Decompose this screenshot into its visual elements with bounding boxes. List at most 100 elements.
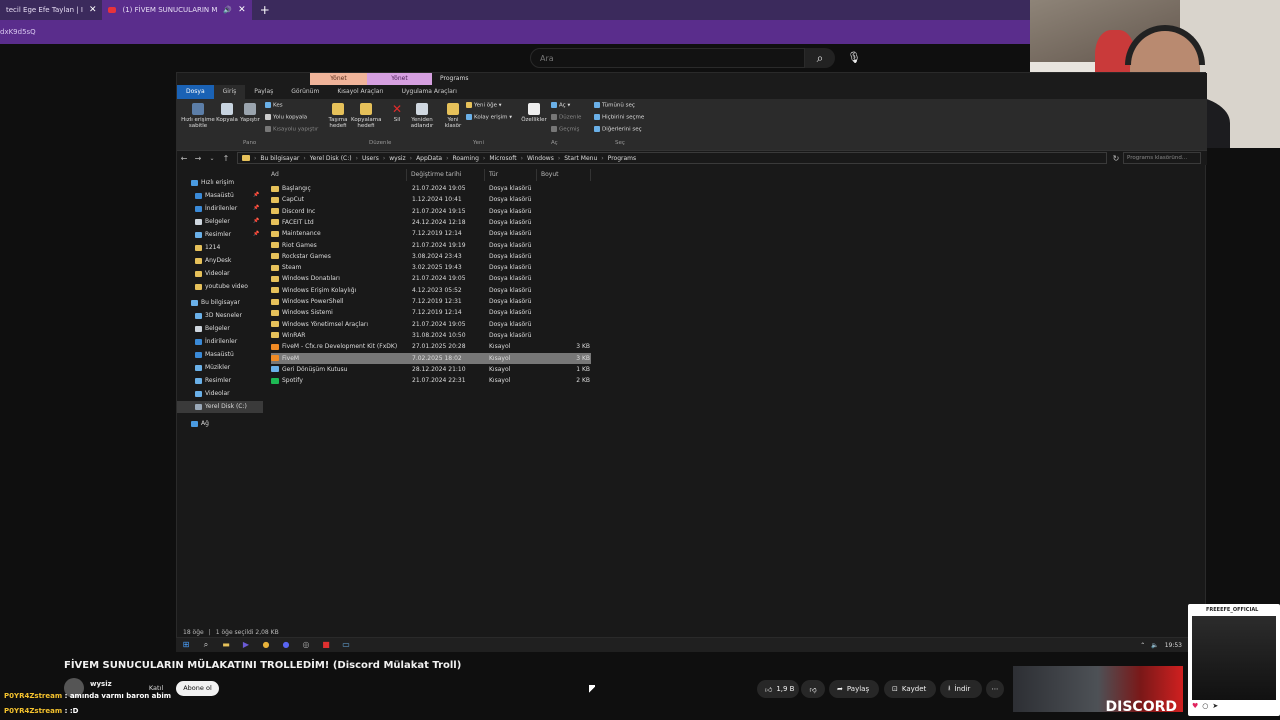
close-icon[interactable]: ✕: [238, 5, 246, 15]
url-bar[interactable]: dxK9d5sQ: [0, 20, 1030, 44]
table-row[interactable]: Windows PowerShell 7.12.2019 12:31 Dosya k…: [271, 296, 591, 307]
save-button[interactable]: ⊡ Kaydet: [884, 680, 936, 698]
table-row[interactable]: WinRAR 31.08.2024 10:50 Dosya klasörü: [271, 330, 591, 341]
youtube-search-input[interactable]: Ara: [530, 48, 805, 68]
tab-app-tools[interactable]: Uygulama Araçları: [393, 85, 466, 99]
close-icon[interactable]: ✕: [89, 5, 97, 15]
open-button[interactable]: Aç ▾: [551, 102, 570, 109]
column-header-size[interactable]: Boyut: [537, 169, 591, 181]
nav-item-downloads[interactable]: İndirilenler: [195, 336, 237, 348]
tab-share[interactable]: Paylaş: [245, 85, 282, 99]
table-row[interactable]: FiveM 7.02.2025 18:02 Kısayol 3 KB: [271, 352, 591, 364]
table-row[interactable]: Steam 3.02.2025 19:43 Dosya klasörü: [271, 262, 591, 273]
copy-path-button[interactable]: Yolu kopyala: [265, 114, 307, 121]
app-icon[interactable]: ▶: [236, 638, 256, 652]
properties-button[interactable]: Özellikler: [519, 103, 549, 123]
breadcrumb-item[interactable]: Windows: [527, 155, 554, 162]
table-row[interactable]: Riot Games 21.07.2024 19:19 Dosya klasörü: [271, 240, 591, 251]
table-row[interactable]: Windows Donatıları 21.07.2024 19:05 Dosya …: [271, 273, 591, 284]
edit-button[interactable]: Düzenle: [551, 114, 581, 121]
speaker-icon[interactable]: 🔊: [223, 6, 232, 14]
new-tab-button[interactable]: +: [252, 3, 278, 17]
table-row[interactable]: Geri Dönüşüm Kutusu 28.12.2024 21:10 Kısay…: [271, 364, 591, 375]
delete-button[interactable]: ✕ Sil: [389, 103, 405, 123]
app-icon[interactable]: ■: [316, 638, 336, 652]
clock[interactable]: 19:53: [1165, 642, 1182, 649]
file-explorer-icon[interactable]: ▬: [216, 638, 236, 652]
tab-file[interactable]: Dosya: [177, 85, 214, 99]
breadcrumb-item[interactable]: Microsoft: [489, 155, 516, 162]
table-row[interactable]: Discord Inc 21.07.2024 19:15 Dosya klasörü: [271, 206, 591, 217]
context-tab-manage-shortcut[interactable]: Yönet: [310, 73, 367, 85]
more-button[interactable]: ⋯: [986, 680, 1004, 698]
channel-name[interactable]: wysiz: [90, 680, 112, 688]
breadcrumb-item[interactable]: AppData: [416, 155, 442, 162]
copy-button[interactable]: Kopyala: [215, 103, 239, 123]
microphone-icon[interactable]: 🎙: [844, 48, 864, 68]
nav-item-documents[interactable]: Belgeler: [195, 216, 230, 228]
table-row[interactable]: CapCut 1.12.2024 10:41 Dosya klasörü: [271, 194, 591, 205]
column-header-date[interactable]: Değiştirme tarihi: [407, 169, 485, 181]
recommended-thumbnail[interactable]: DISCORD: [1013, 666, 1183, 712]
nav-item-this-pc[interactable]: Bu bilgisayar: [191, 297, 240, 309]
paste-button[interactable]: Yapıştır: [238, 103, 262, 123]
browser-tab[interactable]: tecil Ege Efe Taylan | I ✕: [0, 0, 102, 20]
chrome-icon[interactable]: ●: [256, 638, 276, 652]
rename-button[interactable]: Yeniden adlandır: [408, 103, 436, 129]
steam-icon[interactable]: ◎: [296, 638, 316, 652]
breadcrumb-item[interactable]: Yerel Disk (C:): [310, 155, 352, 162]
table-row[interactable]: FiveM - Cfx.re Development Kit (FxDK) 27.…: [271, 341, 591, 352]
table-row[interactable]: Rockstar Games 3.08.2024 23:43 Dosya klasö…: [271, 251, 591, 262]
move-to-button[interactable]: Taşıma hedefi: [325, 103, 351, 129]
nav-item-folder[interactable]: AnyDesk: [195, 255, 231, 267]
browser-tab-active[interactable]: (1) FİVEM SUNUCULARIN M 🔊 ✕: [102, 0, 252, 20]
column-header-type[interactable]: Tür: [485, 169, 537, 181]
refresh-icon[interactable]: ↻: [1109, 154, 1123, 163]
nav-item-pictures[interactable]: Resimler: [195, 375, 231, 387]
nav-item-desktop[interactable]: Masaüstü: [195, 190, 234, 202]
nav-item-folder[interactable]: youtube video: [195, 281, 248, 293]
pin-quick-access-button[interactable]: Hızlı erişime sabitle: [179, 103, 217, 129]
easy-access-button[interactable]: Kolay erişim ▾: [466, 114, 512, 121]
breadcrumb-item[interactable]: Programs: [608, 155, 636, 162]
paste-shortcut-button[interactable]: Kısayolu yapıştır: [265, 126, 318, 133]
table-row[interactable]: FACEIT Ltd 24.12.2024 12:18 Dosya klasörü: [271, 217, 591, 228]
breadcrumb-item[interactable]: Start Menu: [564, 155, 597, 162]
app-icon[interactable]: ▭: [336, 638, 356, 652]
table-row[interactable]: Maintenance 7.12.2019 12:14 Dosya klasörü: [271, 228, 591, 239]
cut-button[interactable]: Kes: [265, 102, 283, 109]
nav-item-videos[interactable]: Videolar: [195, 388, 230, 400]
column-header-name[interactable]: Ad: [267, 169, 407, 181]
context-tab-manage-app[interactable]: Yönet: [367, 73, 432, 85]
nav-item-3d-objects[interactable]: 3D Nesneler: [195, 310, 242, 322]
history-button[interactable]: Geçmiş: [551, 126, 579, 133]
forward-icon[interactable]: →: [191, 154, 205, 163]
breadcrumb[interactable]: › Bu bilgisayar › Yerel Disk (C:) › Users ›…: [237, 152, 1107, 164]
nav-item-downloads[interactable]: İndirilenler: [195, 203, 237, 215]
tab-home[interactable]: Giriş: [213, 85, 246, 99]
breadcrumb-item[interactable]: Bu bilgisayar: [260, 155, 299, 162]
table-row[interactable]: Spotify 21.07.2024 22:31 Kısayol 2 KB: [271, 375, 591, 386]
nav-item-quick-access[interactable]: Hızlı erişim: [191, 177, 234, 189]
select-none-button[interactable]: Hiçbirini seçme: [594, 114, 644, 121]
nav-item-folder[interactable]: Videolar: [195, 268, 230, 280]
nav-item-desktop[interactable]: Masaüstü: [195, 349, 234, 361]
dislike-button[interactable]: 👎︎: [801, 680, 825, 698]
table-row[interactable]: Başlangıç 21.07.2024 19:05 Dosya klasörü: [271, 183, 591, 194]
table-row[interactable]: Windows Erişim Kolaylığı 4.12.2023 05:52 D…: [271, 285, 591, 296]
copy-to-button[interactable]: Kopyalama hedefi: [351, 103, 381, 129]
discord-icon[interactable]: ●: [276, 638, 296, 652]
search-icon[interactable]: ⌕: [805, 48, 835, 68]
table-row[interactable]: Windows Yönetimsel Araçları 21.07.2024 19…: [271, 319, 591, 330]
up-icon[interactable]: ↑: [219, 154, 233, 163]
nav-item-pictures[interactable]: Resimler: [195, 229, 231, 241]
breadcrumb-item[interactable]: Users: [362, 155, 379, 162]
nav-item-network[interactable]: Ağ: [191, 418, 209, 430]
subscribe-button[interactable]: Abone ol: [176, 681, 219, 696]
breadcrumb-item[interactable]: Roaming: [453, 155, 479, 162]
chevron-down-icon[interactable]: ⌄: [205, 155, 219, 162]
search-icon[interactable]: ⌕: [196, 638, 216, 652]
nav-item-documents[interactable]: Belgeler: [195, 323, 230, 335]
chevron-up-icon[interactable]: ⌃: [1140, 642, 1145, 649]
windows-start-icon[interactable]: ⊞: [176, 638, 196, 652]
